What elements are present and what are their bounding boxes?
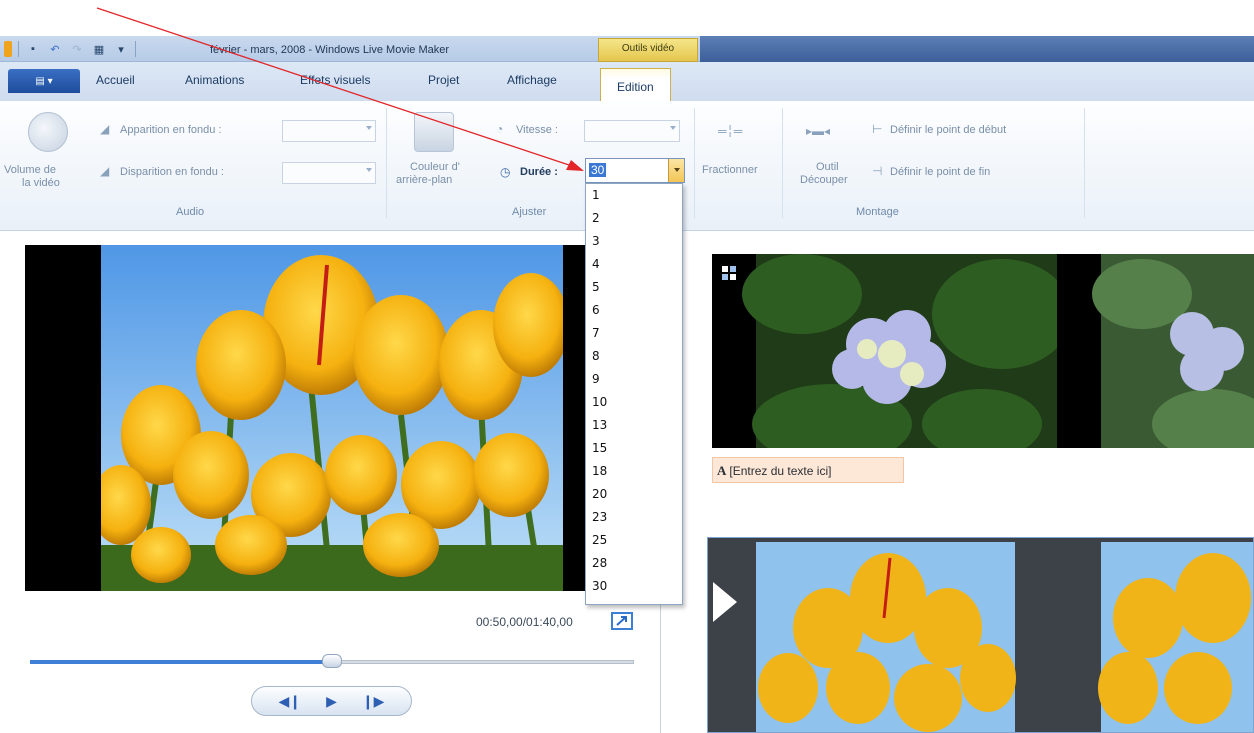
background-color-icon[interactable] [414, 112, 454, 152]
save-icon[interactable]: ▪ [25, 41, 41, 57]
customize-qat-icon[interactable]: ▾ [113, 41, 129, 57]
duration-option[interactable]: 10 [586, 391, 682, 414]
text-icon: A [717, 463, 727, 478]
background-color-label-2[interactable]: arrière-plan [396, 174, 452, 186]
movie-maker-window: { "window": { "title": "février - mars, … [0, 0, 1254, 733]
playback-indicator-icon [713, 582, 737, 622]
transport-controls: ◀❙ ▶ ❙▶ [251, 686, 412, 716]
fullscreen-icon[interactable] [611, 612, 633, 630]
application-menu-button[interactable]: ▤ ▾ [8, 69, 80, 93]
fade-out-label: Disparition en fondu : [120, 166, 224, 178]
play-icon[interactable]: ▶ [326, 693, 337, 710]
set-start-button[interactable]: Définir le point de début [890, 124, 1006, 136]
background-color-label-1[interactable]: Couleur d' [410, 161, 460, 173]
fade-in-select[interactable] [282, 120, 376, 142]
transition-icon [722, 266, 736, 280]
speed-label: Vitesse : [516, 124, 558, 136]
duration-dropdown-list: 1 2 3 4 5 6 7 8 9 10 13 15 18 20 23 25 28 30 [585, 183, 683, 605]
expand-arrow-icon [616, 616, 627, 626]
set-start-icon: ⊢ [872, 122, 883, 136]
hydrangea-thumbnail [712, 254, 1254, 464]
duration-option[interactable]: 5 [586, 276, 682, 299]
previous-frame-icon[interactable]: ◀❙ [279, 693, 302, 710]
duration-option[interactable]: 1 [586, 184, 682, 207]
tab-accueil[interactable]: Accueil [96, 73, 135, 87]
qat-separator [135, 41, 136, 57]
timecode: 00:50,00/01:40,00 [476, 615, 573, 629]
group-separator [694, 108, 695, 218]
add-media-icon[interactable]: ▦ [91, 41, 107, 57]
qat-separator [18, 41, 19, 57]
video-volume-icon[interactable] [28, 112, 68, 152]
set-end-button[interactable]: Définir le point de fin [890, 166, 990, 178]
split-label[interactable]: Fractionner [702, 164, 758, 176]
undo-icon[interactable]: ↶ [47, 41, 63, 57]
montage-group-label: Montage [856, 206, 899, 218]
duration-option[interactable]: 7 [586, 322, 682, 345]
set-end-icon: ⊣ [872, 164, 883, 178]
duration-value[interactable]: 30 [589, 163, 607, 177]
redo-icon[interactable]: ↷ [69, 41, 85, 57]
quick-access-toolbar: ▪ ↶ ↷ ▦ ▾ [4, 40, 136, 58]
duration-option[interactable]: 15 [586, 437, 682, 460]
speed-icon: ◔ [496, 122, 504, 136]
duration-option[interactable]: 4 [586, 253, 682, 276]
tab-animations[interactable]: Animations [185, 73, 244, 87]
duration-option[interactable]: 28 [586, 552, 682, 575]
caption-text: [Entrez du texte ici] [729, 464, 832, 478]
duration-option[interactable]: 25 [586, 529, 682, 552]
tab-projet[interactable]: Projet [428, 73, 459, 87]
group-separator [1084, 108, 1085, 218]
tab-affichage[interactable]: Affichage [507, 73, 557, 87]
video-volume-label-1[interactable]: Volume de [4, 164, 56, 176]
speed-select[interactable] [584, 120, 680, 142]
title-bar-dark [700, 36, 1254, 62]
fade-out-select[interactable] [282, 162, 376, 184]
duration-option[interactable]: 9 [586, 368, 682, 391]
contextual-tab-group: Outils vidéo [598, 38, 698, 62]
next-frame-icon[interactable]: ❙▶ [362, 693, 385, 710]
duration-dropdown-button[interactable] [668, 159, 684, 182]
window-title: février - mars, 2008 - Windows Live Movi… [210, 44, 450, 56]
audio-group-label: Audio [176, 206, 205, 218]
trim-tool-label-1[interactable]: Outil [816, 161, 839, 173]
fade-out-icon: ◢ [100, 164, 110, 178]
duration-option[interactable]: 23 [586, 506, 682, 529]
tab-edition[interactable]: Edition [600, 68, 671, 102]
duration-icon: ◷ [500, 165, 511, 179]
chevron-down-icon [674, 168, 680, 172]
duration-option[interactable]: 2 [586, 207, 682, 230]
duration-combobox[interactable]: 30 [585, 158, 685, 183]
adjust-group-label: Ajuster [512, 206, 547, 218]
storyboard-clip-tulips[interactable] [707, 537, 1254, 733]
fade-in-label: Apparition en fondu : [120, 124, 222, 136]
caption-placeholder[interactable]: A [Entrez du texte ici] [712, 457, 904, 483]
trim-tool-label-2[interactable]: Découper [800, 174, 848, 186]
duration-option[interactable]: 6 [586, 299, 682, 322]
tulips-thumbnail [708, 538, 1253, 732]
duration-option[interactable]: 8 [586, 345, 682, 368]
seek-bar-thumb[interactable] [322, 654, 342, 668]
group-separator [782, 108, 783, 218]
fade-in-icon: ◢ [100, 122, 110, 136]
duration-label: Durée : [520, 166, 558, 178]
video-volume-label-2[interactable]: la vidéo [22, 177, 60, 189]
duration-option[interactable]: 3 [586, 230, 682, 253]
tulips-image [101, 245, 563, 591]
seek-bar-progress [30, 660, 332, 664]
tab-effets-visuels[interactable]: Effets visuels [300, 73, 370, 87]
duration-option[interactable]: 13 [586, 414, 682, 437]
duration-option[interactable]: 30 [586, 575, 682, 598]
split-icon[interactable]: ═╎═ [718, 124, 748, 138]
app-menu-icon[interactable] [4, 41, 12, 57]
tulips-preview-image [101, 245, 563, 591]
storyboard-clip-hydrangea[interactable] [712, 254, 1254, 464]
duration-option[interactable]: 20 [586, 483, 682, 506]
trim-tool-icon[interactable]: ▸▬◂ [806, 124, 836, 138]
duration-option[interactable]: 18 [586, 460, 682, 483]
group-separator [386, 108, 387, 218]
